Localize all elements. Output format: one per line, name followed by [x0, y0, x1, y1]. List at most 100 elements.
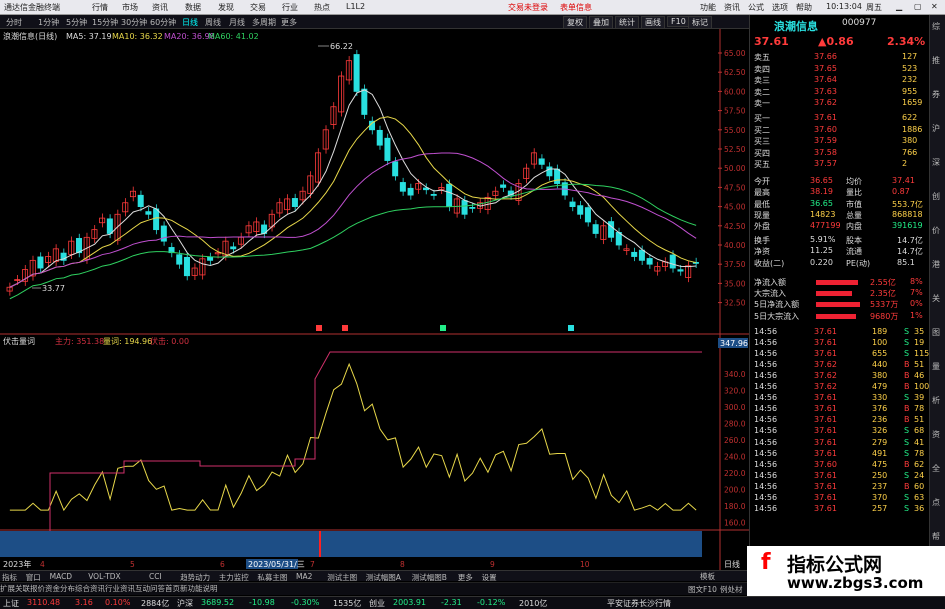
- side-tab[interactable]: 深: [932, 157, 940, 168]
- ask-row-cell: 卖一: [754, 99, 770, 109]
- price-axis-tick: 60.00: [724, 87, 746, 96]
- tick-row-cell: 330: [872, 393, 888, 403]
- period-btn-active[interactable]: 日线: [182, 17, 198, 28]
- extend-tab[interactable]: 互动问答: [135, 584, 165, 593]
- form-info-notice[interactable]: 表单信息: [560, 2, 592, 13]
- side-tab[interactable]: 图: [932, 327, 940, 338]
- tool-btn[interactable]: 复权: [563, 16, 587, 29]
- side-tab[interactable]: 沪: [932, 123, 940, 134]
- indicator-tab[interactable]: MA2: [296, 572, 312, 581]
- menu-item[interactable]: 热点: [314, 2, 330, 13]
- period-btn[interactable]: 30分钟: [121, 17, 147, 28]
- menu-item[interactable]: 行情: [92, 2, 108, 13]
- date-axis-tick: 8: [400, 560, 405, 569]
- side-tab[interactable]: 价: [932, 225, 940, 236]
- tool-btn[interactable]: 画线: [641, 16, 665, 29]
- indicator-tab[interactable]: MACD: [50, 572, 72, 581]
- menu-right-item[interactable]: 功能: [700, 2, 716, 13]
- extend-tab[interactable]: 资金分布: [45, 584, 75, 593]
- candle-body: [392, 161, 399, 177]
- flow-row-cell: 大宗流入: [754, 289, 786, 299]
- chart-area[interactable]: 浪潮信息(日线) MA5: 37.19 MA10: 36.32 MA20: 36…: [0, 29, 749, 570]
- menu-item[interactable]: 交易: [250, 2, 266, 13]
- menu-item[interactable]: 市场: [122, 2, 138, 13]
- stat-row-cell: 量比: [846, 188, 862, 198]
- date-axis-selected: 2023/05/31/三: [248, 560, 305, 569]
- stat-row-cell: 477199: [810, 221, 841, 231]
- indicator-tab[interactable]: CCI: [149, 572, 162, 581]
- period-btn[interactable]: 1分钟: [38, 17, 59, 28]
- menu-right-item[interactable]: 公式: [748, 2, 764, 13]
- menu-right-item[interactable]: 资讯: [724, 2, 740, 13]
- candle-body: [608, 221, 615, 238]
- side-tab[interactable]: 点: [932, 497, 940, 508]
- tick-row-cell: 39: [914, 393, 925, 403]
- candle-body: [446, 183, 453, 208]
- maximize-icon[interactable]: ▢: [914, 2, 922, 11]
- tool-btn[interactable]: 统计: [615, 16, 639, 29]
- extend-tab[interactable]: 行业资讯: [105, 584, 135, 593]
- tick-row-cell: 24: [914, 470, 925, 480]
- side-tab[interactable]: 券: [932, 89, 940, 100]
- extend-tab[interactable]: 扩展: [0, 584, 15, 593]
- bottom-right-button[interactable]: 模板: [700, 571, 715, 582]
- tick-row-cell: 14:56: [754, 371, 778, 381]
- status-item: 平安证券长沙行情: [607, 599, 671, 608]
- side-tab[interactable]: 推: [932, 55, 940, 66]
- menu-item[interactable]: 行业: [282, 2, 298, 13]
- tool-btn[interactable]: F10: [667, 16, 690, 27]
- candle-body: [407, 187, 414, 196]
- status-item: 2884亿: [141, 599, 170, 608]
- indicator-tab[interactable]: VOL-TDX: [88, 572, 120, 581]
- side-tab[interactable]: 资: [932, 429, 940, 440]
- bottom-right-button[interactable]: 图文F10: [688, 584, 717, 595]
- period-btn[interactable]: 60分钟: [150, 17, 176, 28]
- side-tab[interactable]: 关: [932, 293, 940, 304]
- tick-row: 14:56 37.61 237 B 60: [752, 482, 928, 493]
- tick-row-cell: 380: [872, 371, 888, 381]
- period-btn[interactable]: 5分钟: [66, 17, 87, 28]
- extend-tab[interactable]: 关联报价: [15, 584, 45, 593]
- side-tab[interactable]: 创: [932, 191, 940, 202]
- bottom-right-button[interactable]: 例处材: [720, 584, 743, 595]
- side-tab[interactable]: 量: [932, 361, 940, 372]
- period-btn[interactable]: 周线: [205, 17, 221, 28]
- menu-item[interactable]: 数据: [185, 2, 201, 13]
- tick-row-cell: 41: [914, 437, 925, 447]
- tool-btn[interactable]: 标记: [688, 16, 712, 29]
- stat-row-2-cell: 股本: [846, 236, 862, 245]
- tick-row: 14:56 37.61 279 S 41: [752, 438, 928, 449]
- side-tab[interactable]: 综: [932, 21, 940, 32]
- stat-row-cell: 553.7亿: [892, 199, 923, 209]
- menu-right-item[interactable]: 选项: [772, 2, 788, 13]
- menu-item[interactable]: 发现: [218, 2, 234, 13]
- indicator-axis-tick: 200.0: [724, 486, 746, 495]
- side-tab[interactable]: 析: [932, 395, 940, 406]
- ask-row: 卖一 37.62 1659: [752, 98, 928, 109]
- period-btn[interactable]: 更多: [281, 17, 297, 28]
- menu-bar: 通达信金融终端 行情 市场 资讯 数据 发现 交易 行业 热点 L1L2 交易未…: [0, 0, 945, 15]
- bid-row-cell: 37.61: [814, 113, 837, 122]
- menu-right-item[interactable]: 帮助: [796, 2, 812, 13]
- side-tab[interactable]: 港: [932, 259, 940, 270]
- tick-row-cell: 37.61: [814, 470, 837, 480]
- menu-item[interactable]: L1L2: [346, 2, 365, 11]
- candle-body: [137, 194, 144, 207]
- menu-item[interactable]: 资讯: [152, 2, 168, 13]
- tick-row-cell: 60: [914, 481, 925, 491]
- tool-btn[interactable]: 叠加: [589, 16, 613, 29]
- extend-tab[interactable]: 综合资讯: [75, 584, 105, 593]
- ask-row-cell: 1659: [902, 98, 923, 108]
- tick-row-cell: 78: [914, 448, 925, 458]
- indicator-tabs: 指标 窗口 MACD VOL-TDX CCI 趋势动力 主力监控 私募主图 MA2 测试主图 测试幅…: [0, 570, 750, 582]
- period-btn[interactable]: 15分钟: [92, 17, 118, 28]
- close-icon[interactable]: ✕: [931, 2, 938, 11]
- side-tab[interactable]: 全: [932, 463, 940, 474]
- period-btn[interactable]: 多周期: [252, 17, 276, 28]
- trade-login-notice[interactable]: 交易未登录: [508, 2, 548, 13]
- side-tab[interactable]: 帮: [932, 531, 940, 542]
- minimize-icon[interactable]: ▁: [896, 2, 902, 11]
- extend-tab[interactable]: 首页新功能说明: [165, 584, 218, 593]
- period-btn[interactable]: 月线: [229, 17, 245, 28]
- period-btn[interactable]: 分时: [6, 17, 22, 28]
